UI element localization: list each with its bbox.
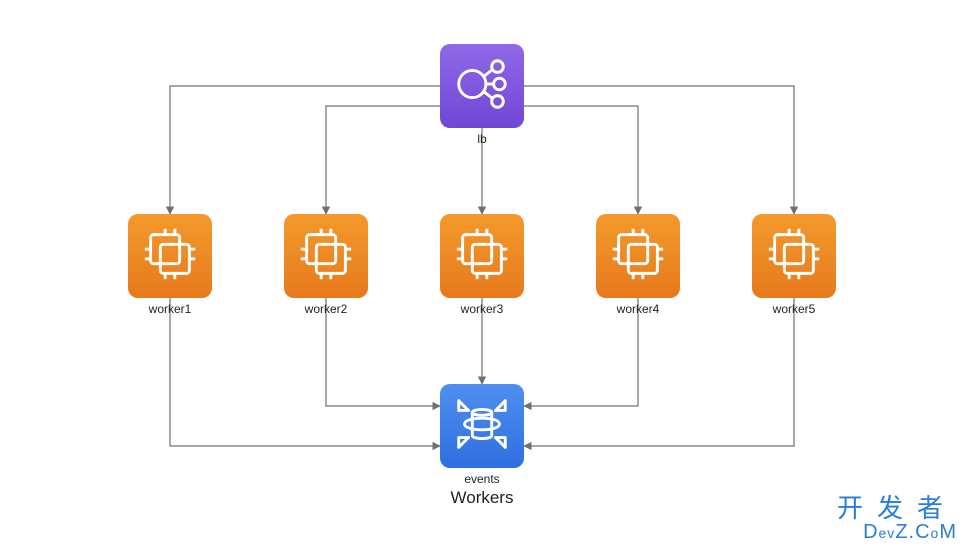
label-worker3: worker3 [432,302,532,316]
load-balancer-icon [451,53,513,120]
compute-icon [607,223,669,290]
node-lb [440,44,524,128]
node-worker3 [440,214,524,298]
node-worker1 [128,214,212,298]
watermark-line2: DevZ.CoM [837,522,957,543]
compute-icon [139,223,201,290]
label-events: events [432,472,532,486]
watermark-line1: 开发者 [837,495,957,522]
label-worker5: worker5 [744,302,844,316]
node-worker5 [752,214,836,298]
label-lb: lb [432,132,532,146]
node-events [440,384,524,468]
edge-lb-worker1 [170,86,440,214]
diagram-canvas: lb worker1 worker2 [0,0,965,547]
compute-icon [295,223,357,290]
compute-icon [451,223,513,290]
label-worker4: worker4 [588,302,688,316]
edge-lb-worker2 [326,106,440,214]
node-worker4 [596,214,680,298]
datastore-icon [451,393,513,460]
label-worker1: worker1 [120,302,220,316]
edge-lb-worker5 [524,86,794,214]
diagram-title: Workers [402,488,562,508]
label-worker2: worker2 [276,302,376,316]
edge-worker5-events [524,298,794,446]
node-worker2 [284,214,368,298]
edge-worker1-events [170,298,440,446]
watermark: 开发者 DevZ.CoM [837,495,957,543]
edge-lb-worker4 [524,106,638,214]
compute-icon [763,223,825,290]
